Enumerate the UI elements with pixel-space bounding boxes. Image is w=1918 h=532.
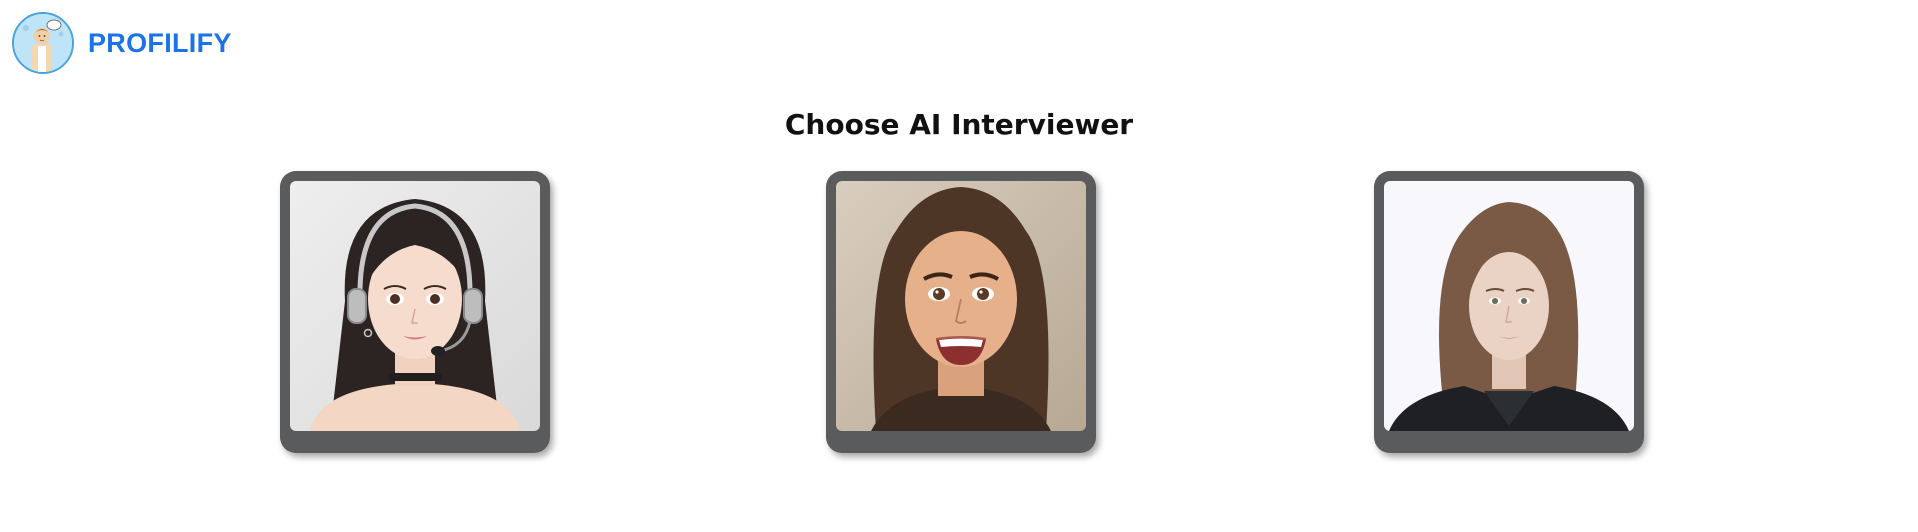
brand-home-link[interactable]: PROFILIFY: [12, 12, 232, 74]
interviewer-card-3[interactable]: [1374, 171, 1644, 453]
interviewer-avatar-headset-icon: [290, 181, 540, 431]
page-title: Choose AI Interviewer: [784, 108, 1134, 141]
interviewer-avatar-realistic-icon: [1384, 181, 1634, 431]
cartoon-man-logo-icon: [12, 12, 74, 74]
interviewer-card-2[interactable]: [826, 171, 1096, 453]
brand-name: PROFILIFY: [88, 27, 232, 58]
interviewer-card-1[interactable]: [280, 171, 550, 453]
interviewer-avatar-smiling-icon: [836, 181, 1086, 431]
